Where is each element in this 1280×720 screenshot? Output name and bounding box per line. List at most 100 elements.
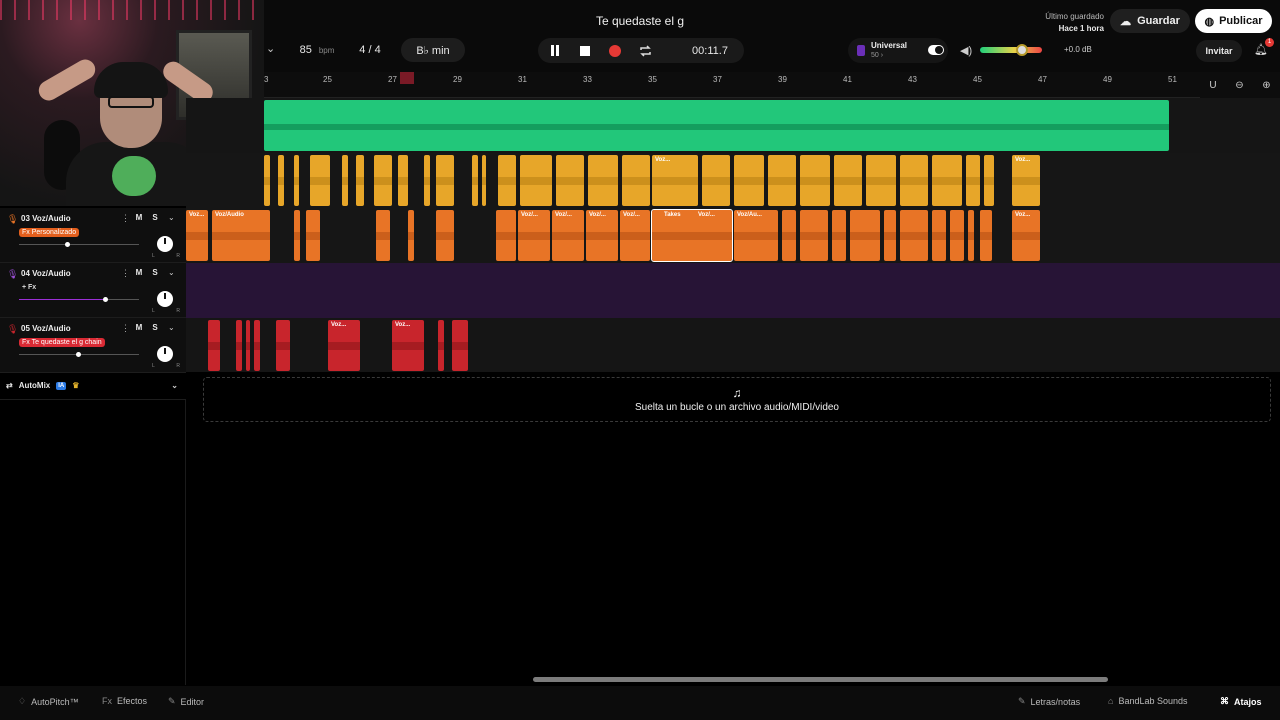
audio-clip[interactable] — [496, 210, 516, 261]
audio-clip[interactable] — [966, 155, 980, 206]
time-signature[interactable]: 4 / 4 — [350, 38, 390, 62]
track-volume-slider[interactable] — [19, 297, 139, 302]
audio-clip[interactable] — [850, 210, 880, 261]
pan-knob[interactable] — [157, 346, 173, 362]
audio-clip[interactable] — [900, 155, 928, 206]
mute-button[interactable]: M — [133, 213, 145, 222]
chevron-down-icon[interactable]: ⌄ — [168, 268, 175, 277]
audio-clip[interactable] — [866, 155, 896, 206]
track-lane-green[interactable] — [186, 98, 1280, 153]
track-volume-slider[interactable] — [19, 242, 139, 247]
mute-button[interactable]: M — [133, 268, 145, 277]
magnet-icon[interactable]: U — [1209, 80, 1216, 91]
slider-knob[interactable] — [76, 352, 81, 357]
audio-clip[interactable]: Voz... — [186, 210, 208, 261]
audio-clip[interactable] — [932, 210, 946, 261]
audio-clip[interactable] — [498, 155, 516, 206]
audio-clip[interactable]: Voz/... — [518, 210, 550, 261]
audio-clip[interactable] — [246, 320, 250, 371]
speaker-icon[interactable]: ◀) — [960, 44, 972, 57]
track-lane-yellow[interactable]: Voz... Voz... — [186, 153, 1280, 208]
audio-clip[interactable] — [294, 210, 300, 261]
track-lane-04[interactable] — [186, 263, 1280, 318]
invite-button[interactable]: Invitar — [1196, 40, 1242, 62]
audio-clip[interactable] — [208, 320, 220, 371]
audio-clip[interactable] — [424, 155, 430, 206]
vibe-selector[interactable]: Universal 50 › — [848, 38, 948, 63]
record-button[interactable] — [601, 38, 629, 63]
loop-button[interactable] — [631, 38, 659, 63]
audio-clip[interactable]: Voz... — [1012, 155, 1040, 206]
audio-clip[interactable] — [452, 320, 468, 371]
audio-clip[interactable] — [482, 155, 486, 206]
audio-clip[interactable]: Voz/Au... — [734, 210, 778, 261]
effects-button[interactable]: Fx Efectos — [102, 696, 147, 706]
track-lane-05[interactable]: Voz... Voz... — [186, 318, 1280, 372]
timeline-ruler[interactable]: 3 25 27 29 31 33 35 37 39 41 43 45 47 49… — [264, 72, 1200, 98]
audio-clip[interactable] — [310, 155, 330, 206]
audio-clip[interactable]: Voz... — [652, 155, 698, 206]
automix-row[interactable]: ⇄ AutoMix IA ♛ ⌄ — [0, 372, 186, 400]
tempo-control[interactable]: 85 bpm — [288, 38, 346, 62]
audio-clip[interactable] — [254, 320, 260, 371]
autopitch-button[interactable]: ♢ AutoPitch™ — [18, 696, 79, 707]
track-header-05[interactable]: 🎙︎ 05 Voz/Audio ⋮ M S ⌄ Fx Te quedaste e… — [0, 318, 186, 373]
audio-clip[interactable] — [588, 155, 618, 206]
solo-button[interactable]: S — [149, 268, 161, 277]
audio-clip[interactable] — [398, 155, 408, 206]
audio-clip[interactable] — [622, 155, 650, 206]
solo-button[interactable]: S — [149, 323, 161, 332]
mute-button[interactable]: M — [133, 323, 145, 332]
audio-clip[interactable] — [264, 155, 270, 206]
audio-clip[interactable] — [980, 210, 992, 261]
audio-clip[interactable] — [702, 155, 730, 206]
audio-clip[interactable] — [376, 210, 390, 261]
audio-clip[interactable]: Voz... — [1012, 210, 1040, 261]
track-header-03[interactable]: 🎙︎ 03 Voz/Audio ⋮ M S ⌄ Fx Personalizado… — [0, 208, 186, 263]
audio-clip[interactable] — [800, 155, 830, 206]
master-volume-knob[interactable] — [1016, 44, 1028, 56]
audio-clip[interactable] — [800, 210, 828, 261]
master-volume-meter[interactable] — [980, 47, 1042, 53]
audio-clip[interactable] — [306, 210, 320, 261]
audio-clip-green[interactable] — [264, 100, 1169, 151]
track-name[interactable]: 04 Voz/Audio — [21, 269, 71, 278]
fx-chain-badge[interactable]: Fx Personalizado — [19, 228, 80, 237]
chevron-down-icon[interactable]: ⌄ — [171, 381, 178, 390]
audio-clip[interactable] — [276, 320, 290, 371]
vibe-toggle[interactable] — [928, 45, 944, 55]
audio-clip[interactable] — [832, 210, 846, 261]
audio-clip[interactable] — [932, 155, 962, 206]
audio-clip[interactable] — [520, 155, 552, 206]
audio-clip[interactable]: Voz... — [392, 320, 424, 371]
loop-marker[interactable] — [400, 72, 414, 84]
audio-clip[interactable] — [968, 210, 974, 261]
audio-clip[interactable]: Voz/... — [620, 210, 650, 261]
stop-button[interactable] — [571, 38, 599, 63]
key-selector[interactable]: B♭ min — [401, 38, 465, 62]
audio-clip[interactable] — [472, 155, 478, 206]
audio-clip[interactable] — [236, 320, 242, 371]
slider-knob[interactable] — [103, 297, 108, 302]
pan-knob[interactable] — [157, 291, 173, 307]
audio-clip[interactable] — [294, 155, 299, 206]
shortcuts-button[interactable]: ⌘ Atajos — [1220, 696, 1262, 707]
audio-clip[interactable] — [734, 155, 764, 206]
editor-button[interactable]: ✎ Editor — [168, 696, 204, 707]
track-lane-03[interactable]: Voz... Voz/Audio Voz/... Voz/... Voz/...… — [186, 208, 1280, 263]
audio-clip[interactable] — [356, 155, 364, 206]
more-options-icon[interactable]: ⋮ — [121, 213, 130, 224]
save-button[interactable]: ☁ Guardar — [1110, 9, 1190, 33]
track-header-04[interactable]: 🎙︎ 04 Voz/Audio ⋮ M S ⌄ + Fx LR — [0, 263, 186, 318]
audio-clip[interactable] — [278, 155, 284, 206]
audio-clip[interactable] — [436, 155, 454, 206]
audio-clip[interactable] — [768, 155, 796, 206]
audio-clip[interactable] — [436, 210, 454, 261]
more-options-icon[interactable]: ⋮ — [121, 323, 130, 334]
audio-clip[interactable] — [438, 320, 444, 371]
audio-clip[interactable]: Voz... — [328, 320, 360, 371]
drop-zone[interactable]: ♫ Suelta un bucle o un archivo audio/MID… — [203, 377, 1271, 422]
audio-clip[interactable] — [782, 210, 796, 261]
more-options-icon[interactable]: ⋮ — [121, 268, 130, 279]
track-name[interactable]: 03 Voz/Audio — [21, 214, 71, 223]
